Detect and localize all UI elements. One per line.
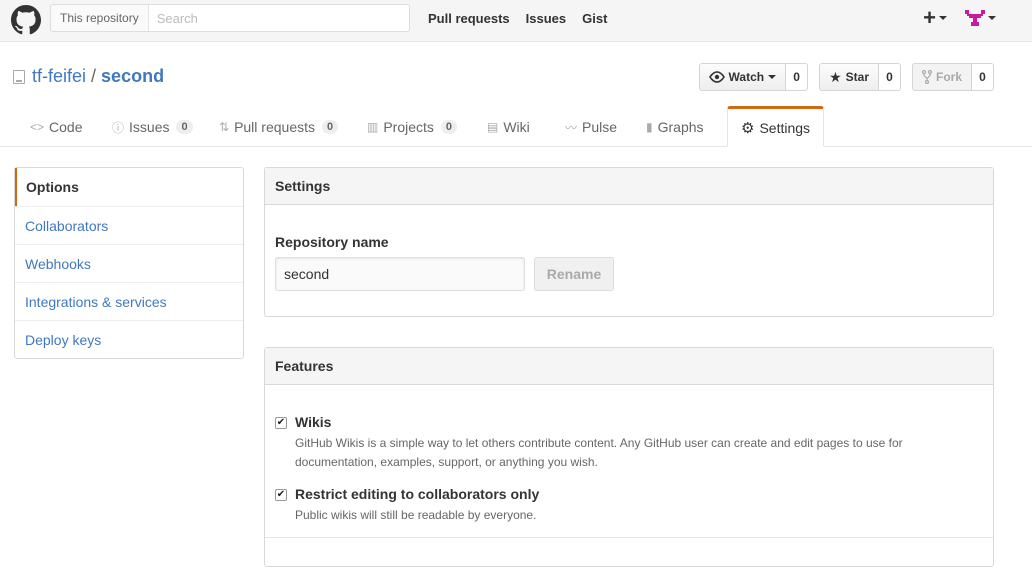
- star-count[interactable]: 0: [878, 63, 901, 91]
- repository-name-input[interactable]: [275, 257, 525, 291]
- fork-icon: [921, 70, 932, 84]
- repo-separator: /: [91, 66, 97, 86]
- site-header: This repository Pull requests Issues Gis…: [0, 0, 1032, 42]
- eye-icon: [708, 71, 725, 83]
- create-new-button[interactable]: +: [923, 5, 947, 30]
- tab-pulse[interactable]: 〰 Pulse: [565, 107, 617, 147]
- chevron-down-icon: [988, 16, 996, 20]
- plus-icon: +: [923, 5, 936, 30]
- repo-nav: <> Code ⓘ Issues 0 ⇅ Pull requests 0 ▥ P…: [0, 106, 1032, 147]
- project-icon: ▥: [367, 120, 379, 134]
- tab-wiki-label: Wiki: [503, 119, 530, 135]
- chevron-down-icon: [768, 75, 777, 79]
- book-icon: ▤: [487, 120, 499, 134]
- search-scope-label[interactable]: This repository: [51, 5, 149, 31]
- header-nav: Pull requests Issues Gist: [428, 11, 607, 26]
- wikis-checkbox[interactable]: ✔: [275, 417, 287, 429]
- chevron-down-icon: [939, 16, 947, 20]
- search-box: This repository: [50, 4, 410, 32]
- tab-issues-label: Issues: [129, 119, 170, 135]
- menu-item-deploy-keys[interactable]: Deploy keys: [15, 320, 243, 358]
- code-icon: <>: [30, 120, 45, 134]
- user-menu-button[interactable]: [965, 8, 996, 28]
- star-button[interactable]: ★ Star: [819, 63, 879, 91]
- wikis-description: GitHub Wikis is a simple way to let othe…: [295, 436, 903, 469]
- star-icon: ★: [829, 68, 842, 85]
- tab-settings-label: Settings: [759, 119, 811, 136]
- watch-count[interactable]: 0: [786, 63, 809, 91]
- tab-code-label: Code: [49, 119, 83, 135]
- menu-item-options[interactable]: Options: [15, 168, 243, 206]
- menu-item-integrations[interactable]: Integrations & services: [15, 282, 243, 320]
- restrict-editing-checkbox[interactable]: ✔: [275, 489, 287, 501]
- menu-item-webhooks[interactable]: Webhooks: [15, 244, 243, 282]
- restrict-editing-description: Public wikis will still be readable by e…: [295, 508, 537, 522]
- git-pull-request-icon: ⇅: [219, 120, 230, 134]
- gear-icon: ⚙: [741, 119, 755, 137]
- watch-button[interactable]: Watch: [698, 63, 787, 91]
- fork-group: Fork 0: [911, 63, 994, 91]
- tab-graphs[interactable]: ▮ Graphs: [646, 107, 704, 147]
- settings-box-title: Settings: [265, 168, 993, 205]
- graph-icon: ▮: [646, 120, 653, 134]
- nav-pull-requests[interactable]: Pull requests: [428, 11, 510, 26]
- fork-label: Fork: [935, 70, 962, 84]
- tab-graphs-label: Graphs: [657, 119, 704, 135]
- search-input[interactable]: [148, 5, 409, 31]
- features-box-title: Features: [265, 348, 993, 385]
- wikis-title: Wikis: [295, 414, 332, 430]
- nav-issues[interactable]: Issues: [526, 11, 566, 26]
- header-right: +: [923, 5, 996, 30]
- divider: [265, 537, 993, 538]
- settings-menu: Options Collaborators Webhooks Integrati…: [14, 167, 244, 359]
- repository-name-label: Repository name: [275, 234, 389, 250]
- projects-counter: 0: [440, 120, 458, 134]
- tab-wiki[interactable]: ▤ Wiki: [487, 107, 530, 147]
- fork-count[interactable]: 0: [972, 63, 994, 91]
- tab-settings[interactable]: ⚙ Settings: [727, 106, 825, 147]
- repo-name-link[interactable]: second: [101, 66, 164, 87]
- tab-pulse-label: Pulse: [582, 119, 618, 135]
- star-group: ★ Star 0: [819, 63, 901, 91]
- github-logo-icon[interactable]: [11, 5, 41, 35]
- watch-label: Watch: [728, 70, 765, 84]
- tab-projects[interactable]: ▥ Projects 0: [367, 107, 458, 147]
- fork-button[interactable]: Fork: [911, 63, 972, 91]
- restrict-editing-title: Restrict editing to collaborators only: [295, 486, 540, 502]
- repo-actions: Watch 0 ★ Star 0 Fork 0: [698, 63, 994, 91]
- pulse-icon: 〰: [565, 120, 578, 135]
- repo-owner-link[interactable]: tf-feifei: [32, 66, 86, 87]
- tab-issues[interactable]: ⓘ Issues 0: [112, 107, 193, 147]
- pulls-counter: 0: [322, 120, 339, 134]
- tab-pull-requests[interactable]: ⇅ Pull requests 0: [219, 107, 339, 147]
- features-box: Features ✔ Wikis GitHub Wikis is a simpl…: [264, 347, 994, 567]
- repo-icon: [13, 69, 25, 84]
- watch-group: Watch 0: [698, 63, 809, 91]
- tab-code[interactable]: <> Code: [30, 107, 82, 147]
- tab-projects-label: Projects: [383, 119, 434, 135]
- issue-opened-icon: ⓘ: [112, 120, 125, 135]
- settings-box: Settings Repository name Rename: [264, 167, 994, 317]
- avatar: [965, 10, 985, 26]
- issues-counter: 0: [176, 120, 193, 134]
- rename-button[interactable]: Rename: [534, 257, 614, 291]
- star-label: Star: [845, 70, 869, 84]
- repo-title: tf-feifei / second: [13, 66, 164, 87]
- tab-pulls-label: Pull requests: [234, 119, 315, 135]
- menu-item-collaborators[interactable]: Collaborators: [15, 206, 243, 244]
- nav-gist[interactable]: Gist: [582, 11, 607, 26]
